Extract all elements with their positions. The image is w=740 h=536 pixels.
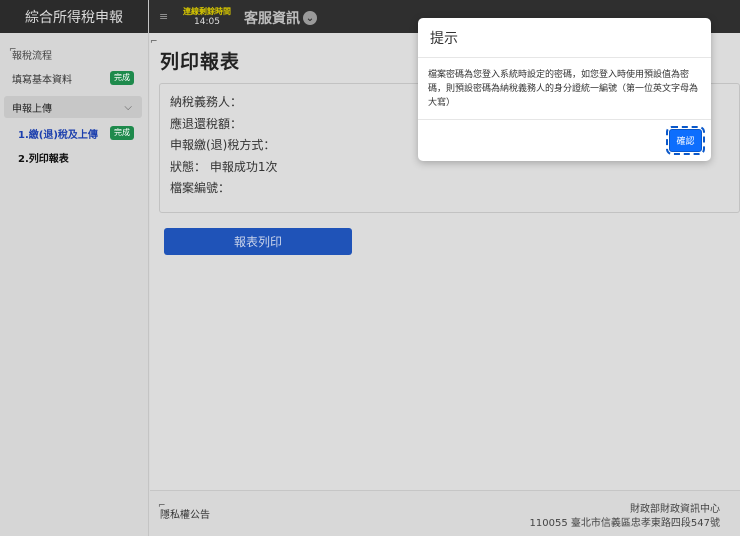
service-info-button[interactable]: 客服資訊 ⌄ (244, 8, 317, 28)
sidebar-title: 綜合所得稅申報 (0, 0, 148, 33)
chevron-down-icon: ⌄ (303, 11, 317, 25)
session-timer: 連線剩餘時間 14:05 (177, 7, 237, 27)
sidebar-group-label: 申報上傳 (12, 103, 52, 115)
modal-footer: 確認 (666, 126, 705, 155)
footer-address-line: 110055 臺北市信義區忠孝東路四段547號 (529, 518, 720, 529)
file-number-line: 檔案編號： (170, 181, 231, 195)
notice-modal: 提示 檔案密碼為您登入系統時設定的密碼，如您登入時使用預設值為密碼，則預設密碼為… (418, 18, 711, 161)
sidebar-item-print-report[interactable]: 2.列印報表 (0, 148, 148, 166)
print-report-button[interactable]: 報表列印 (164, 228, 352, 255)
service-info-label: 客服資訊 (244, 11, 300, 27)
broken-image-icon: ⌐ (150, 37, 158, 47)
privacy-link[interactable]: 隱私權公告 (160, 506, 210, 521)
page-title: 列印報表 (160, 51, 241, 73)
session-timer-value: 14:05 (194, 17, 220, 27)
sidebar-item-label: 1.繳(退)稅及上傳 (18, 129, 98, 141)
footer-address: 財政部財政資訊中心 110055 臺北市信義區忠孝東路四段547號 (530, 503, 720, 531)
broken-image-icon: ⌐ (9, 45, 17, 55)
sidebar-item-pay-upload[interactable]: 1.繳(退)稅及上傳 完成 (0, 124, 148, 142)
footer: ⌐ 隱私權公告 財政部財政資訊中心 110055 臺北市信義區忠孝東路四段547… (150, 490, 740, 536)
sidebar-item-basic-info[interactable]: 填寫基本資料 完成 (0, 68, 148, 88)
sidebar-group-upload[interactable]: 申報上傳 ⌵ (4, 96, 142, 118)
confirm-button[interactable]: 確認 (666, 126, 705, 155)
menu-icon[interactable]: ≡ (159, 10, 168, 23)
modal-body: 檔案密碼為您登入系統時設定的密碼，如您登入時使用預設值為密碼，則預設密碼為納稅義… (418, 58, 711, 120)
session-timer-label: 連線剩餘時間 (183, 7, 231, 16)
sidebar: 綜合所得稅申報 ⌐ 報稅流程 填寫基本資料 完成 申報上傳 ⌵ 1.繳(退)稅及… (0, 0, 149, 536)
sidebar-item-label: 填寫基本資料 (12, 74, 72, 86)
status-badge: 完成 (110, 126, 134, 140)
chevron-down-icon: ⌵ (124, 101, 132, 113)
sidebar-section-label: 報稅流程 (12, 51, 52, 62)
footer-org: 財政部財政資訊中心 (630, 504, 720, 515)
sidebar-item-label: 2.列印報表 (18, 153, 69, 165)
modal-title: 提示 (418, 18, 711, 58)
status-badge: 完成 (110, 71, 134, 85)
